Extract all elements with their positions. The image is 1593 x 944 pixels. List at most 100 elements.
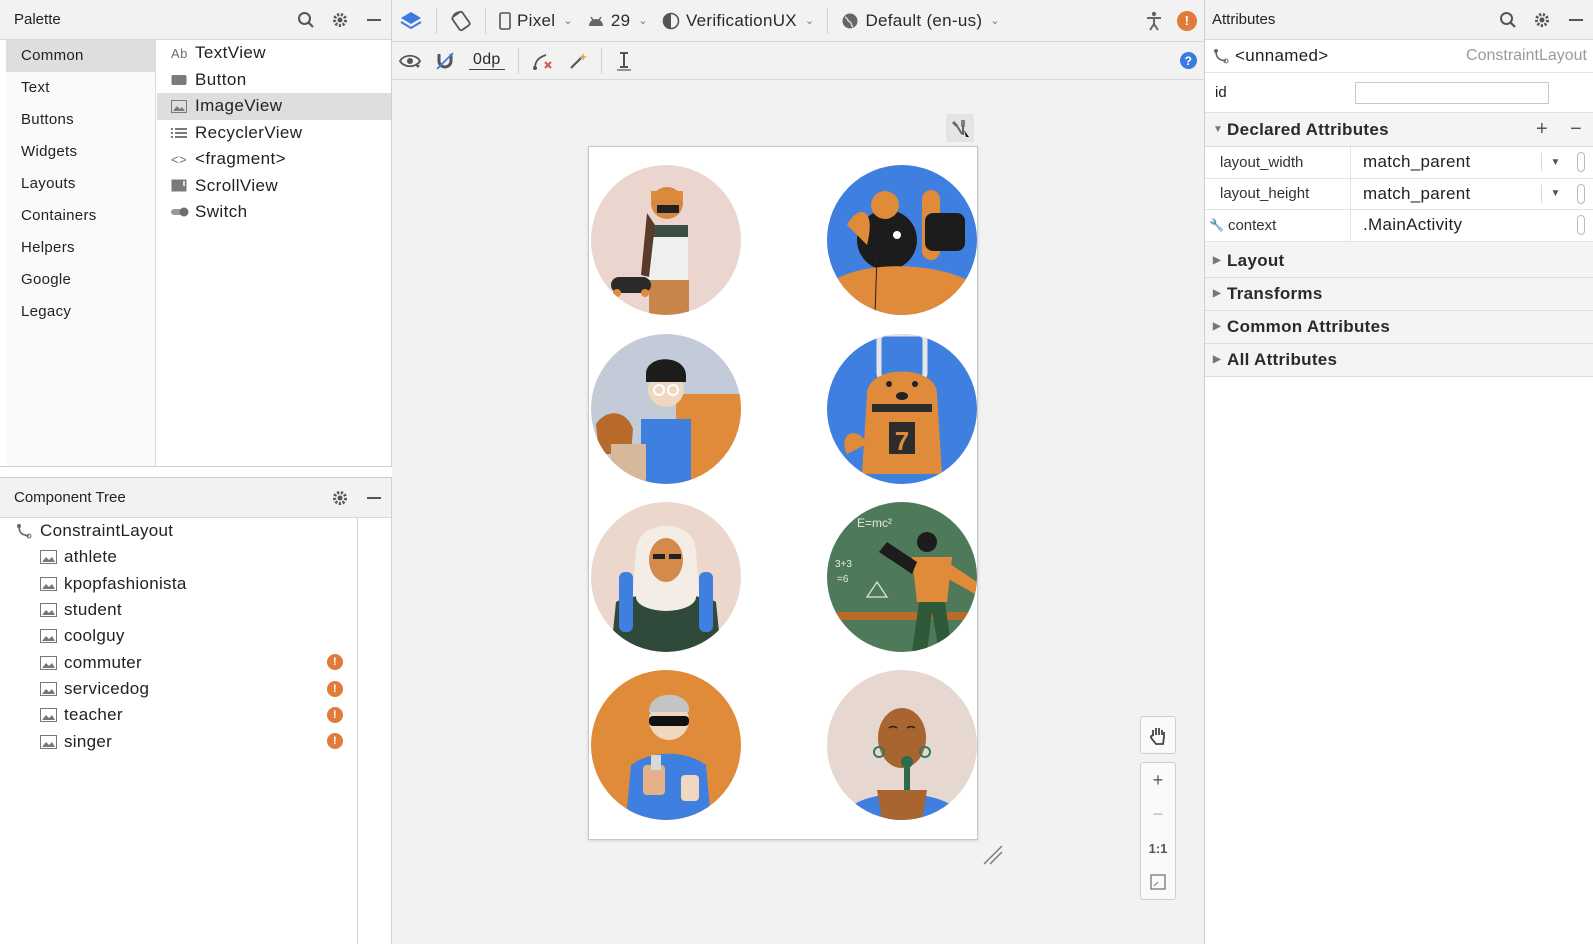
attr-resource-picker[interactable] — [1577, 183, 1585, 204]
attr-value[interactable]: .MainActivity — [1351, 210, 1569, 241]
palette-category-common[interactable]: Common — [6, 40, 155, 72]
declared-attributes-header[interactable]: ▼ Declared Attributes + − — [1205, 113, 1593, 147]
locale-selector[interactable]: Default (en-us) ⌄ — [834, 5, 1006, 37]
image-view-icon — [40, 734, 64, 749]
tree-node-singer[interactable]: singer ! — [6, 728, 357, 754]
search-icon[interactable] — [289, 0, 323, 40]
warning-icon[interactable]: ! — [327, 707, 343, 724]
palette-widget-scrollview[interactable]: ScrollView — [157, 173, 391, 200]
remove-attribute-icon[interactable]: − — [1559, 118, 1593, 141]
section-common-attributes[interactable]: ▶ Common Attributes — [1205, 310, 1593, 344]
attr-value[interactable]: match_parent — [1351, 147, 1541, 178]
orientation-button[interactable] — [443, 5, 479, 37]
palette-category-google[interactable]: Google — [6, 264, 155, 296]
device-selector[interactable]: Pixel ⌄ — [492, 5, 580, 37]
tree-node-student[interactable]: student — [6, 597, 357, 623]
resize-handle-icon[interactable] — [980, 842, 1006, 868]
toolbar-separator — [827, 7, 829, 34]
palette-category-buttons[interactable]: Buttons — [6, 104, 155, 136]
image-athlete[interactable] — [591, 165, 741, 315]
theme-label: VerificationUX — [685, 10, 797, 30]
palette-widget-fragment[interactable]: <> <fragment> — [157, 146, 391, 173]
view-options-button[interactable] — [392, 45, 428, 77]
palette-category-containers[interactable]: Containers — [6, 200, 155, 232]
warning-icon[interactable]: ! — [327, 654, 343, 671]
dropdown-arrow-icon[interactable]: ▼ — [1541, 153, 1569, 172]
tree-node-root[interactable]: ConstraintLayout — [6, 518, 357, 544]
palette-widget-recyclerview[interactable]: RecyclerView — [157, 120, 391, 147]
chevron-down-icon: ⌄ — [638, 15, 648, 27]
image-student[interactable] — [591, 334, 741, 484]
triangle-right-icon: ▶ — [1213, 354, 1221, 365]
tree-node-label: coolguy — [64, 626, 125, 646]
design-canvas[interactable]: 7 E=mc² 3+3 =6 + − 1:1 — [392, 80, 1204, 944]
component-tree-header: Component Tree — [0, 478, 391, 518]
minimize-icon[interactable] — [1559, 0, 1593, 40]
design-toolbar: Pixel ⌄ 29 ⌄ VerificationUX ⌄ Default (en-u… — [392, 0, 1204, 42]
image-singer[interactable] — [827, 670, 977, 820]
section-transforms[interactable]: ▶ Transforms — [1205, 277, 1593, 311]
zoom-out-button[interactable]: − — [1141, 797, 1175, 831]
device-preview[interactable]: 7 E=mc² 3+3 =6 — [588, 146, 978, 840]
section-layout[interactable]: ▶ Layout — [1205, 244, 1593, 278]
zoom-actual-size-button[interactable]: 1:1 — [1141, 831, 1175, 865]
default-margin-button[interactable]: 0dp — [462, 45, 512, 77]
infer-constraints-button[interactable] — [561, 45, 595, 77]
image-kpopfashionista[interactable] — [827, 165, 977, 315]
attr-value[interactable]: match_parent — [1351, 179, 1541, 210]
guidelines-button[interactable] — [608, 45, 640, 77]
id-input[interactable] — [1355, 81, 1549, 104]
palette-widget-textview[interactable]: Ab TextView — [157, 40, 391, 67]
rotate-icon — [451, 10, 471, 31]
accessibility-button[interactable] — [1138, 5, 1170, 37]
help-icon: ? — [1180, 52, 1197, 69]
palette-category-helpers[interactable]: Helpers — [6, 232, 155, 264]
palette-categories: Common Text Buttons Widgets Layouts Cont… — [6, 40, 156, 466]
palette-category-legacy[interactable]: Legacy — [6, 296, 155, 328]
search-icon[interactable] — [1491, 0, 1525, 40]
warning-icon[interactable]: ! — [327, 680, 343, 697]
triangle-down-icon: ▼ — [1213, 124, 1224, 135]
tree-node-coolguy[interactable]: coolguy — [6, 623, 357, 649]
image-teacher[interactable]: E=mc² 3+3 =6 — [827, 502, 977, 652]
image-teacher-hijab[interactable] — [591, 502, 741, 652]
image-servicedog[interactable]: 7 — [827, 334, 977, 484]
tree-node-servicedog[interactable]: servicedog ! — [6, 676, 357, 702]
gear-icon[interactable] — [1525, 0, 1559, 40]
minimize-icon[interactable] — [357, 478, 391, 518]
palette-widget-imageview[interactable]: ImageView — [157, 93, 391, 120]
dropdown-arrow-icon[interactable]: ▼ — [1541, 184, 1569, 203]
tree-node-kpopfashionista[interactable]: kpopfashionista — [6, 571, 357, 597]
tree-node-athlete[interactable]: athlete — [6, 544, 357, 570]
tools-icon[interactable] — [946, 114, 974, 142]
add-attribute-icon[interactable]: + — [1525, 118, 1559, 141]
gear-icon[interactable] — [323, 478, 357, 518]
design-blueprint-toggle[interactable] — [392, 5, 430, 37]
api-level-selector[interactable]: 29 ⌄ — [580, 5, 655, 37]
attr-resource-picker[interactable] — [1577, 152, 1585, 173]
palette-category-text[interactable]: Text — [6, 72, 155, 104]
widget-label: Switch — [195, 202, 248, 222]
palette-widget-button[interactable]: Button — [157, 67, 391, 94]
tree-node-teacher[interactable]: teacher ! — [6, 702, 357, 728]
palette-category-widgets[interactable]: Widgets — [6, 136, 155, 168]
hand-icon[interactable] — [1141, 717, 1175, 753]
help-button[interactable]: ? — [1173, 45, 1204, 77]
warning-icon[interactable]: ! — [327, 733, 343, 750]
autoconnect-button[interactable] — [428, 45, 462, 77]
tree-node-commuter[interactable]: commuter ! — [6, 649, 357, 675]
gear-icon[interactable] — [323, 0, 357, 40]
attr-resource-picker[interactable] — [1577, 215, 1585, 236]
image-coolguy[interactable] — [591, 670, 741, 820]
attr-row-layout-width: layout_width match_parent ▼ — [1205, 147, 1593, 179]
section-all-attributes[interactable]: ▶ All Attributes — [1205, 343, 1593, 377]
zoom-to-fit-button[interactable] — [1141, 865, 1175, 899]
zoom-in-button[interactable]: + — [1141, 763, 1175, 797]
palette-category-layouts[interactable]: Layouts — [6, 168, 155, 200]
pan-tool[interactable] — [1140, 716, 1176, 754]
issues-button[interactable]: ! — [1170, 5, 1204, 37]
theme-selector[interactable]: VerificationUX ⌄ — [655, 5, 822, 37]
palette-widget-switch[interactable]: Switch — [157, 199, 391, 226]
clear-constraints-button[interactable] — [525, 45, 561, 77]
minimize-icon[interactable] — [357, 0, 391, 40]
